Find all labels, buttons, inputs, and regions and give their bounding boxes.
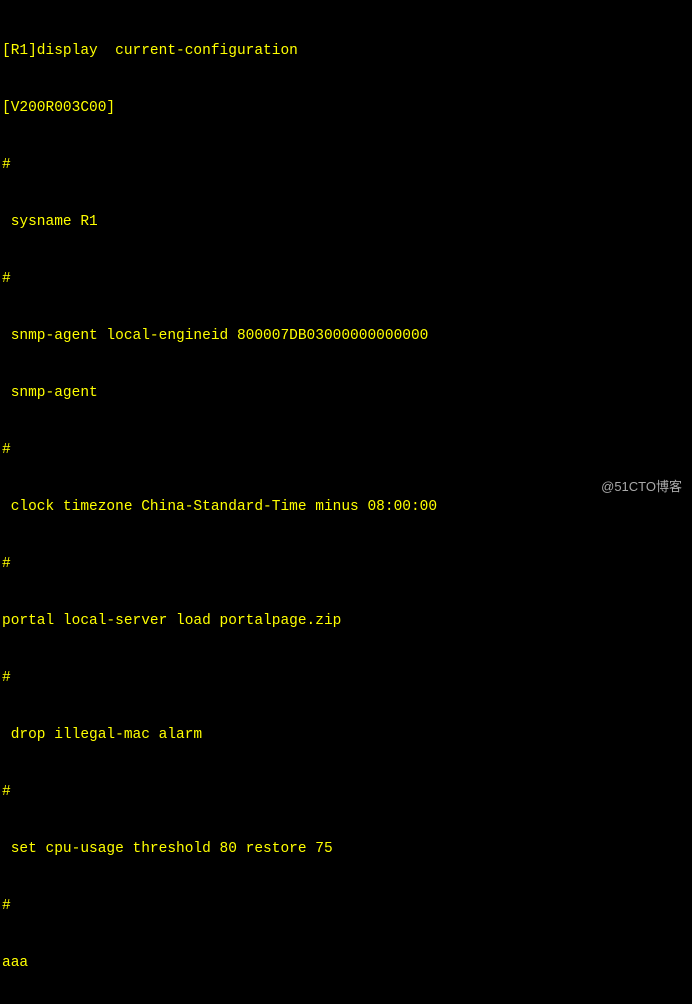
config-line: clock timezone China-Standard-Time minus…	[2, 498, 690, 517]
config-line: portal local-server load portalpage.zip	[2, 612, 690, 631]
config-line: drop illegal-mac alarm	[2, 726, 690, 745]
config-line: sysname R1	[2, 213, 690, 232]
config-line: #	[2, 441, 690, 460]
config-line: [R1]display current-configuration	[2, 42, 690, 61]
config-line: [V200R003C00]	[2, 99, 690, 118]
config-line: snmp-agent local-engineid 800007DB030000…	[2, 327, 690, 346]
config-line: #	[2, 555, 690, 574]
config-line: aaa	[2, 954, 690, 973]
config-line: set cpu-usage threshold 80 restore 75	[2, 840, 690, 859]
config-line: #	[2, 783, 690, 802]
watermark: @51CTO博客	[601, 477, 682, 496]
config-line: #	[2, 897, 690, 916]
config-line: #	[2, 156, 690, 175]
terminal-output: [R1]display current-configuration [V200R…	[0, 0, 692, 1004]
config-line: #	[2, 270, 690, 289]
config-line: snmp-agent	[2, 384, 690, 403]
config-line: #	[2, 669, 690, 688]
